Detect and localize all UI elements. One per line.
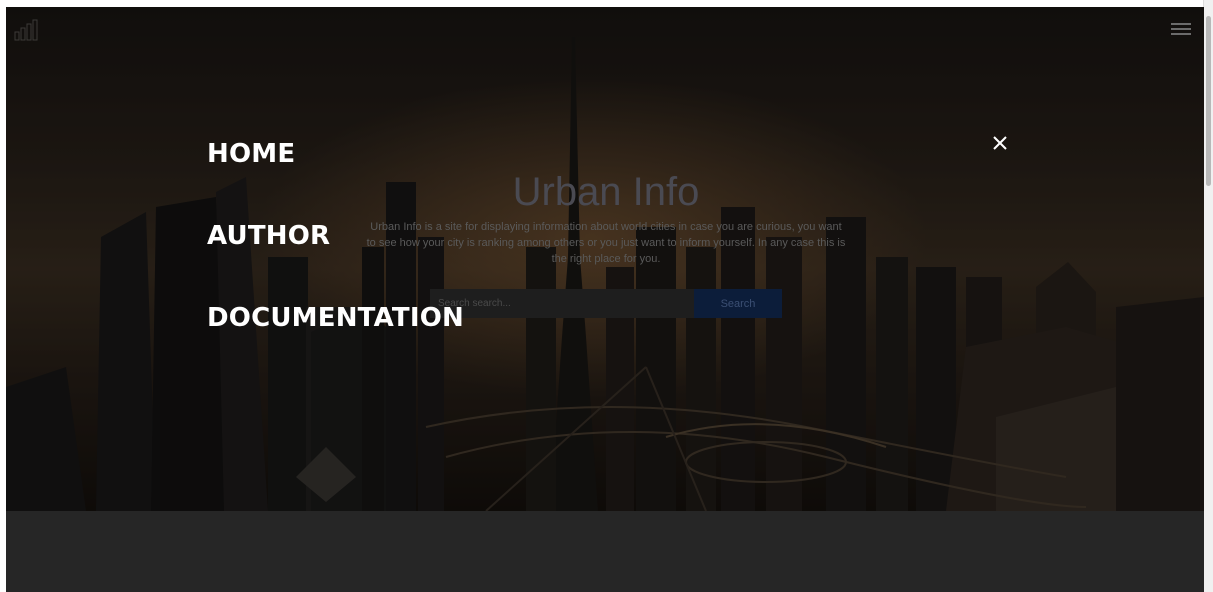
- nav-list: HOME AUTHOR DOCUMENTATION: [207, 137, 464, 383]
- nav-item-author[interactable]: AUTHOR: [207, 219, 464, 301]
- page-scrollbar[interactable]: [1203, 0, 1213, 592]
- close-menu-button[interactable]: [990, 133, 1010, 153]
- nav-item-label[interactable]: DOCUMENTATION: [207, 303, 464, 333]
- close-x-icon: [993, 136, 1007, 150]
- overlay-nav-menu: HOME AUTHOR DOCUMENTATION: [6, 7, 1204, 592]
- nav-item-documentation[interactable]: DOCUMENTATION: [207, 301, 464, 383]
- browser-top-strip: [0, 0, 1213, 7]
- scrollbar-thumb[interactable]: [1206, 16, 1211, 186]
- nav-item-home[interactable]: HOME: [207, 137, 464, 219]
- nav-item-label[interactable]: HOME: [207, 139, 295, 169]
- page-viewport: Urban Info Urban Info is a site for disp…: [6, 7, 1204, 592]
- nav-item-label[interactable]: AUTHOR: [207, 221, 330, 251]
